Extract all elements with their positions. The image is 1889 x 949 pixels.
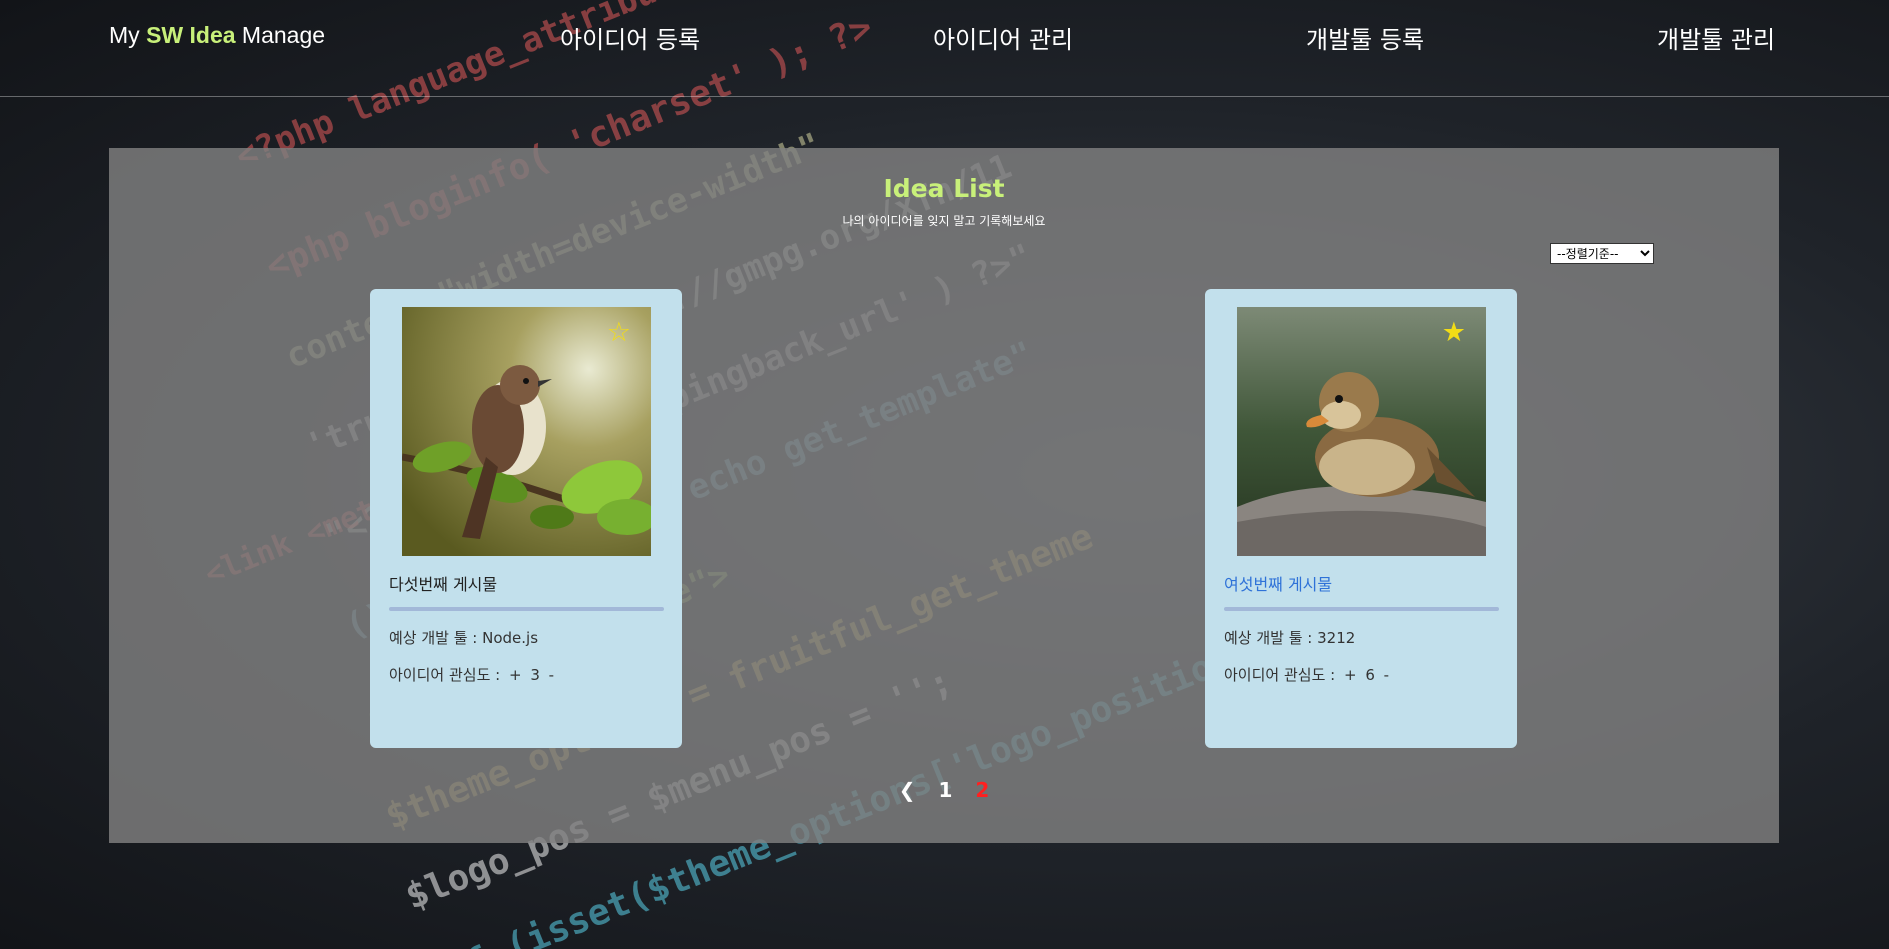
- sort-select[interactable]: --정렬기준--: [1550, 243, 1654, 264]
- idea-card[interactable]: ☆ 다섯번째 게시물 예상 개발 툴 : Node.js 아이디어 관심도 : …: [370, 289, 682, 748]
- interest-row: 아이디어 관심도 : + 6 -: [1224, 664, 1393, 685]
- prev-page-chevron-icon[interactable]: ❮: [899, 778, 916, 802]
- idea-title[interactable]: 다섯번째 게시물: [389, 571, 497, 595]
- favorite-star-icon[interactable]: ★: [1442, 319, 1466, 346]
- interest-count: 6: [1365, 666, 1375, 684]
- pagination: ❮ 1 2: [109, 778, 1779, 802]
- top-navigation-bar: My SW Idea Manage 아이디어 등록 아이디어 관리 개발툴 등록…: [0, 0, 1889, 97]
- bird-on-branch-image[interactable]: ☆: [402, 307, 651, 556]
- interest-plus-button[interactable]: +: [1340, 666, 1361, 684]
- page-link-1[interactable]: 1: [938, 778, 952, 802]
- idea-title[interactable]: 여섯번째 게시물: [1224, 571, 1332, 595]
- logo-accent: SW Idea: [146, 22, 236, 48]
- expected-dev-tool: 예상 개발 툴 : 3212: [1224, 629, 1356, 647]
- site-logo[interactable]: My SW Idea Manage: [109, 22, 325, 49]
- expected-dev-tool: 예상 개발 툴 : Node.js: [389, 629, 539, 647]
- page-title: Idea List: [883, 174, 1005, 203]
- page-link-2-current[interactable]: 2: [975, 778, 989, 802]
- logo-suffix: Manage: [235, 22, 326, 48]
- nav-idea-manage[interactable]: 아이디어 관리: [933, 20, 1073, 55]
- favorite-star-icon[interactable]: ☆: [607, 319, 631, 346]
- nav-devtool-register[interactable]: 개발툴 등록: [1306, 20, 1424, 55]
- nav-idea-register[interactable]: 아이디어 등록: [560, 20, 700, 55]
- interest-row: 아이디어 관심도 : + 3 -: [389, 664, 558, 685]
- interest-label: 아이디어 관심도 :: [1224, 666, 1336, 684]
- page-subtitle: 나의 아이디어를 잊지 말고 기록해보세요: [842, 214, 1046, 228]
- card-divider: [389, 607, 664, 611]
- interest-count: 3: [530, 666, 540, 684]
- idea-card[interactable]: ★ 여섯번째 게시물 예상 개발 툴 : 3212 아이디어 관심도 : + 6…: [1205, 289, 1517, 748]
- idea-list-panel: Idea List 나의 아이디어를 잊지 말고 기록해보세요 --정렬기준--: [109, 148, 1779, 843]
- duckling-on-rock-image[interactable]: ★: [1237, 307, 1486, 556]
- nav-devtool-manage[interactable]: 개발툴 관리: [1657, 20, 1775, 55]
- card-divider: [1224, 607, 1499, 611]
- interest-minus-button[interactable]: -: [545, 666, 558, 684]
- interest-minus-button[interactable]: -: [1380, 666, 1393, 684]
- interest-plus-button[interactable]: +: [505, 666, 526, 684]
- logo-prefix: My: [109, 22, 147, 48]
- interest-label: 아이디어 관심도 :: [389, 666, 501, 684]
